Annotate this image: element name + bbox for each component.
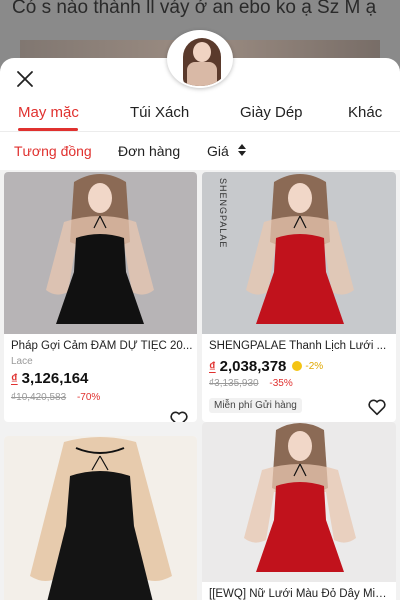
price-row-1: ₫ 3,126,164	[11, 370, 88, 387]
product-card-1[interactable]: Pháp Gợi Cảm ĐẦM DỰ TIỆC 20... Lace ₫ 3,…	[4, 172, 197, 422]
tab-may-mac[interactable]: May mặc	[18, 104, 79, 121]
close-icon	[17, 71, 33, 87]
sort-gia[interactable]: Giá	[207, 143, 247, 159]
brand-watermark-2: SHENGPALAE	[218, 178, 228, 249]
product-title-4: [[EWQ] Nữ Lưới Màu Đỏ Dây Miế...	[209, 588, 391, 600]
price-row-2: ₫ 2,038,378 -2%	[209, 358, 323, 375]
product-card-3[interactable]	[4, 436, 197, 600]
product-image-2: SHENGPALAE	[202, 172, 396, 334]
sort-arrows-icon	[237, 144, 246, 156]
similar-products-sheet: May mặc Túi Xách Giày Dép Khác Tương đồn…	[0, 30, 400, 600]
category-tabs: May mặc Túi Xách Giày Dép Khác	[0, 98, 400, 132]
active-tab-underline	[18, 128, 78, 131]
tab-khac[interactable]: Khác	[348, 104, 382, 121]
sort-bar: Tương đồng Đơn hàng Giá	[0, 140, 400, 166]
product-image-4	[202, 422, 396, 582]
heart-icon	[170, 411, 188, 422]
original-price-2: ₫3,135,930	[209, 378, 259, 389]
product-grid: Pháp Gợi Cảm ĐẦM DỰ TIỆC 20... Lace ₫ 3,…	[0, 170, 400, 600]
discount-badge-1: -70%	[76, 392, 101, 403]
original-price-1: ₫10,420,583	[11, 392, 67, 403]
product-price-2: 2,038,378	[219, 358, 287, 375]
background-post-text: Có s nào thành ll váy ở an ebo ko ạ Sz M…	[12, 0, 377, 18]
free-shipping-badge-2: Miễn phí Gửi hàng	[209, 398, 302, 413]
thumbnail-body	[187, 62, 217, 86]
old-price-row-1: ₫10,420,583 -70%	[11, 392, 100, 403]
coin-icon	[292, 361, 303, 371]
heart-icon	[368, 399, 386, 416]
product-image-3	[4, 436, 197, 600]
favorite-button-1[interactable]	[168, 408, 190, 422]
product-card-2[interactable]: SHENGPALAE SHENGPALAE Thanh Lịch Lưới ..…	[202, 172, 396, 422]
old-price-row-2: ₫3,135,930 -35%	[209, 378, 293, 389]
query-image-thumbnail[interactable]	[167, 30, 233, 88]
product-price-1: 3,126,164	[21, 370, 89, 387]
sort-tuong-dong[interactable]: Tương đồng	[14, 143, 92, 159]
close-button[interactable]	[12, 66, 38, 92]
product-brand-1: Lace	[11, 356, 33, 367]
product-title-2: SHENGPALAE Thanh Lịch Lưới ...	[209, 340, 387, 352]
currency-symbol-1: ₫	[11, 371, 18, 386]
coin-badge-2: -2%	[292, 361, 323, 372]
sort-don-hang[interactable]: Đơn hàng	[118, 143, 180, 159]
tab-tui-xach[interactable]: Túi Xách	[130, 104, 189, 121]
discount-badge-2: -35%	[269, 378, 293, 389]
favorite-button-2[interactable]	[366, 396, 388, 418]
product-title-1: Pháp Gợi Cảm ĐẦM DỰ TIỆC 20...	[11, 340, 193, 352]
thumbnail-face	[193, 42, 211, 62]
currency-symbol-2: ₫	[209, 359, 216, 374]
sort-gia-label: Giá	[207, 143, 229, 159]
coin-value-2: -2%	[305, 360, 324, 372]
product-image-1	[4, 172, 197, 334]
tab-giay-dep[interactable]: Giày Dép	[240, 104, 303, 121]
product-card-4[interactable]: [[EWQ] Nữ Lưới Màu Đỏ Dây Miế...	[202, 422, 396, 600]
